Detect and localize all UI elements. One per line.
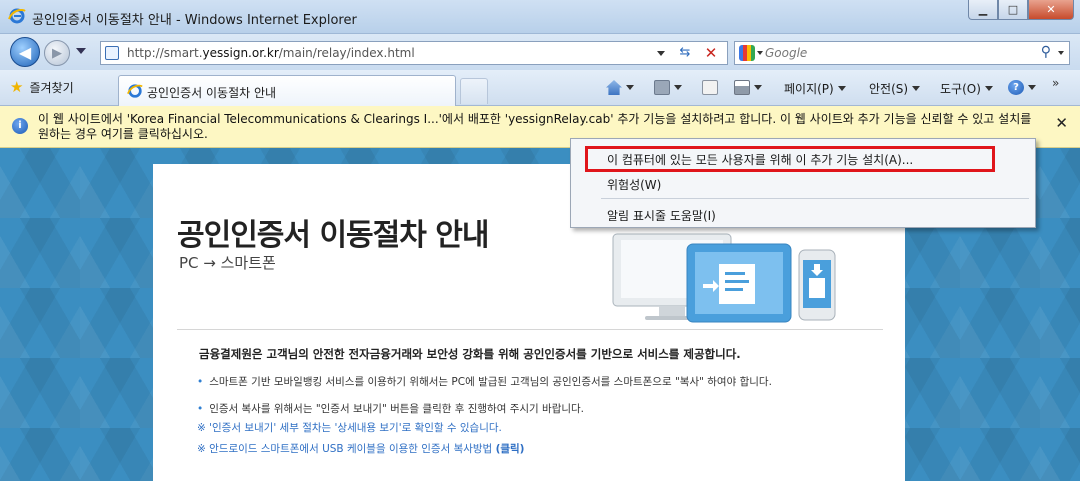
menu-separator [601, 198, 1029, 199]
back-arrow-icon: ◀ [18, 42, 32, 62]
safety-menu[interactable]: 안전(S) [869, 80, 921, 97]
tools-menu[interactable]: 도구(O) [940, 80, 993, 97]
tab-command-bar: ★ 즐겨찾기 공인인증서 이동절차 안내 페이지(P) 안전(S) 도구(O) … [0, 70, 1080, 106]
info-shield-icon: i [12, 118, 28, 134]
search-box[interactable]: Google ⚲ [734, 41, 1070, 65]
tab-label: 공인인증서 이동절차 안내 [147, 86, 277, 100]
print-dropdown-icon[interactable] [754, 85, 762, 90]
help-button[interactable]: ? [1008, 80, 1036, 95]
page-icon [105, 46, 119, 60]
read-mail-button[interactable] [702, 80, 718, 95]
page-menu[interactable]: 페이지(P) [784, 80, 846, 97]
title-bar: 공인인증서 이동절차 안내 - Windows Internet Explore… [0, 0, 1080, 34]
favorites-button[interactable]: ★ 즐겨찾기 [10, 78, 74, 96]
intro-text: 금융결제원은 고객님의 안전한 전자금융거래와 보안성 강화를 위해 공인인증서… [199, 347, 741, 361]
tools-menu-dropdown-icon [984, 86, 993, 91]
stop-icon[interactable]: ✕ [701, 44, 721, 62]
address-dropdown-icon[interactable] [657, 51, 665, 56]
menu-item-install-for-all-users[interactable]: 이 컴퓨터에 있는 모든 사용자를 위해 이 추가 기능 설치(A)... [607, 151, 913, 168]
search-provider-dropdown-icon[interactable] [757, 51, 763, 55]
favorites-label: 즐겨찾기 [29, 80, 74, 95]
navigation-bar: ◀ ▶ http://smart.yessign.or.kr/main/rela… [0, 34, 1080, 70]
usb-copy-link[interactable]: (클릭) [496, 443, 525, 455]
internet-explorer-icon [8, 8, 26, 24]
list-item: • 인증서 복사를 위해서는 "인증서 보내기" 버튼을 클릭한 후 진행하여 주… [197, 403, 585, 415]
device-transfer-illustration [612, 233, 836, 323]
feeds-button[interactable] [654, 80, 682, 95]
feeds-icon [654, 80, 670, 95]
page-menu-dropdown-icon [837, 86, 846, 91]
list-item: • 스마트폰 기반 모바일뱅킹 서비스를 이용하기 위해서는 PC에 발급된 고객… [197, 376, 772, 388]
print-button[interactable] [734, 80, 762, 95]
minimize-button[interactable]: ▁ [968, 0, 998, 20]
page-menu-label: 페이지(P) [784, 82, 834, 96]
forward-arrow-icon: ▶ [52, 45, 62, 61]
new-tab-button[interactable] [460, 78, 488, 104]
content-divider [177, 329, 883, 330]
home-button[interactable] [606, 80, 634, 95]
back-button[interactable]: ◀ [10, 37, 40, 67]
address-url[interactable]: http://smart.yessign.or.kr/main/relay/in… [127, 46, 415, 60]
google-icon[interactable] [739, 45, 755, 61]
feeds-dropdown-icon[interactable] [674, 85, 682, 90]
toolbar-overflow-icon[interactable]: » [1052, 76, 1059, 90]
menu-item-infobar-help[interactable]: 알림 표시줄 도움말(I) [607, 207, 716, 224]
infobar-context-menu: 이 컴퓨터에 있는 모든 사용자를 위해 이 추가 기능 설치(A)... 위험… [570, 138, 1036, 228]
menu-item-risk[interactable]: 위험성(W) [607, 176, 661, 193]
forward-button[interactable]: ▶ [44, 40, 70, 66]
window-controls: ▁ □ ✕ [968, 0, 1074, 22]
information-bar-close-icon[interactable]: ✕ [1055, 114, 1068, 132]
tools-menu-label: 도구(O) [940, 82, 981, 96]
help-dropdown-icon [1028, 85, 1036, 90]
safety-menu-dropdown-icon [912, 86, 921, 91]
tab-current[interactable]: 공인인증서 이동절차 안내 [118, 75, 456, 106]
home-icon [606, 80, 622, 95]
history-dropdown-icon[interactable] [76, 48, 86, 54]
safety-menu-label: 안전(S) [869, 82, 909, 96]
window-title: 공인인증서 이동절차 안내 - Windows Internet Explore… [32, 13, 357, 28]
detail-note: ※ '인증서 보내기' 세부 절차는 '상세내용 보기'로 확인할 수 있습니다… [197, 422, 502, 434]
search-icon[interactable]: ⚲ [1041, 44, 1051, 60]
search-options-dropdown-icon[interactable] [1058, 51, 1064, 55]
address-bar[interactable]: http://smart.yessign.or.kr/main/relay/in… [100, 41, 728, 65]
internet-explorer-icon [127, 84, 143, 98]
home-dropdown-icon[interactable] [626, 85, 634, 90]
search-input[interactable]: Google [765, 46, 807, 60]
maximize-button[interactable]: □ [998, 0, 1028, 20]
printer-icon [734, 80, 750, 95]
page-title: 공인인증서 이동절차 안내 [177, 218, 489, 253]
page-subtitle: PC → 스마트폰 [179, 254, 276, 272]
refresh-icon[interactable]: ⇆ [675, 45, 695, 62]
usb-copy-note: ※ 안드로이드 스마트폰에서 USB 케이블을 이용한 인증서 복사방법 (클릭… [197, 443, 525, 455]
favorites-star-icon: ★ [10, 78, 24, 96]
mail-icon [702, 80, 718, 95]
close-button[interactable]: ✕ [1028, 0, 1074, 20]
help-icon: ? [1008, 80, 1024, 95]
